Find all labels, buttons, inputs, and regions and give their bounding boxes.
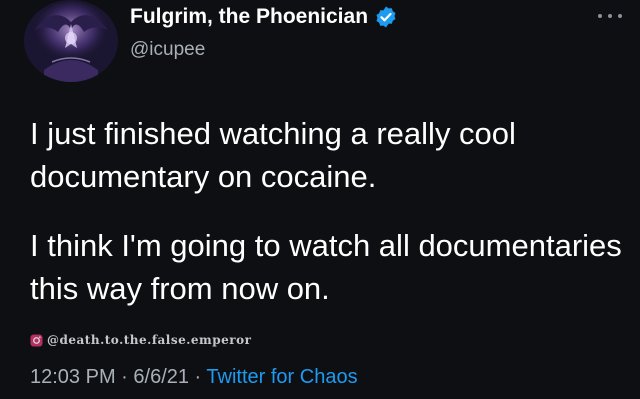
tweet-time[interactable]: 12:03 PM — [30, 366, 116, 388]
author-name-row: Fulgrim, the Phoenician — [130, 5, 398, 29]
tweet-source-link[interactable]: Twitter for Chaos — [206, 366, 357, 388]
instagram-icon — [30, 333, 43, 347]
more-options-icon[interactable] — [598, 10, 622, 22]
verified-badge-icon — [376, 6, 396, 28]
meta-separator: · — [189, 366, 207, 388]
dot — [598, 14, 602, 18]
tweet-meta: 12:03 PM · 6/6/21 · Twitter for Chaos — [30, 366, 358, 389]
tweet-text: I just finished watching a really cool d… — [30, 112, 625, 310]
author-handle[interactable]: @icupee — [130, 39, 205, 61]
author-display-name[interactable]: Fulgrim, the Phoenician — [130, 5, 368, 29]
dot — [618, 14, 622, 18]
tweet-paragraph-1: I just finished watching a really cool d… — [30, 116, 516, 194]
dot — [608, 14, 612, 18]
tweet-date[interactable]: 6/6/21 — [133, 366, 189, 388]
avatar-image — [24, 0, 118, 82]
avatar[interactable] — [24, 0, 118, 82]
watermark-text: @death.to.the.false.emperor — [47, 333, 252, 347]
meta-separator: · — [115, 366, 134, 388]
tweet-paragraph-2: I think I'm going to watch all documenta… — [30, 228, 622, 306]
tweet-card: Fulgrim, the Phoenician @icupee I just f… — [0, 0, 640, 399]
watermark: @death.to.the.false.emperor — [30, 333, 251, 347]
